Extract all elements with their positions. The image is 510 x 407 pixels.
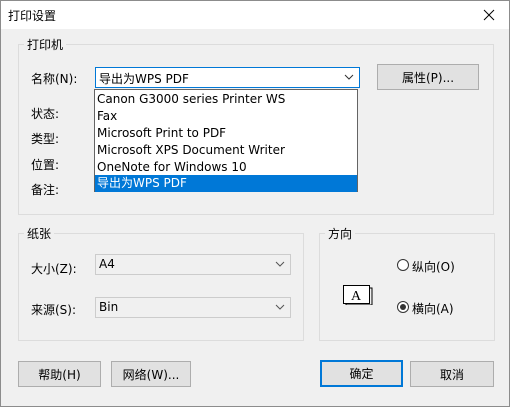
printer-name-select[interactable]: 导出为WPS PDF (95, 67, 360, 88)
status-label: 状态: (31, 107, 60, 121)
chevron-down-icon (275, 304, 285, 310)
paper-size-select[interactable]: A4 (95, 254, 291, 275)
orientation-group-title: 方向 (325, 225, 356, 242)
paper-source-select[interactable]: Bin (95, 297, 291, 318)
cancel-button[interactable]: 取消 (410, 361, 494, 387)
dropdown-option[interactable]: Canon G3000 series Printer WS (95, 91, 357, 108)
dropdown-option[interactable]: Fax (95, 108, 357, 125)
dropdown-option[interactable]: Microsoft XPS Document Writer (95, 142, 357, 159)
portrait-label[interactable]: 纵向(O) (412, 258, 455, 275)
orientation-icon-letter: A (351, 289, 362, 304)
ok-button[interactable]: 确定 (320, 360, 403, 387)
paper-groupbox (18, 233, 304, 341)
dropdown-option-selected[interactable]: 导出为WPS PDF (95, 175, 357, 192)
print-setup-dialog: 打印设置 打印机 名称(N): 导出为WPS PDF 属性(P)... 状态: … (0, 0, 510, 407)
printer-group-title: 打印机 (24, 36, 67, 53)
comment-label: 备注: (31, 183, 60, 197)
landscape-radio-dot (400, 304, 406, 310)
help-button[interactable]: 帮助(H) (18, 361, 101, 387)
printer-name-value: 导出为WPS PDF (99, 72, 189, 86)
type-label: 类型: (31, 132, 60, 146)
landscape-label[interactable]: 横向(A) (412, 300, 454, 317)
landscape-page-icon: A (343, 285, 373, 305)
paper-size-value: A4 (99, 257, 115, 271)
portrait-radio[interactable] (397, 259, 409, 271)
printer-name-label: 名称(N): (31, 72, 78, 86)
dropdown-option[interactable]: Microsoft Print to PDF (95, 125, 357, 142)
close-icon (483, 9, 495, 21)
title-bar: 打印设置 (1, 1, 509, 29)
chevron-down-icon (344, 74, 354, 80)
printer-dropdown-list: Canon G3000 series Printer WS Fax Micros… (94, 89, 358, 192)
paper-source-label: 来源(S): (31, 303, 77, 317)
landscape-radio[interactable] (397, 301, 409, 313)
where-label: 位置: (31, 158, 60, 172)
window-title: 打印设置 (8, 9, 57, 23)
properties-button[interactable]: 属性(P)... (377, 64, 479, 90)
paper-group-title: 纸张 (24, 225, 55, 242)
chevron-down-icon (275, 261, 285, 267)
paper-source-value: Bin (99, 300, 119, 314)
close-button[interactable] (469, 1, 509, 29)
paper-size-label: 大小(Z): (31, 262, 77, 276)
network-button[interactable]: 网络(W)... (111, 361, 191, 387)
dropdown-option[interactable]: OneNote for Windows 10 (95, 159, 357, 176)
